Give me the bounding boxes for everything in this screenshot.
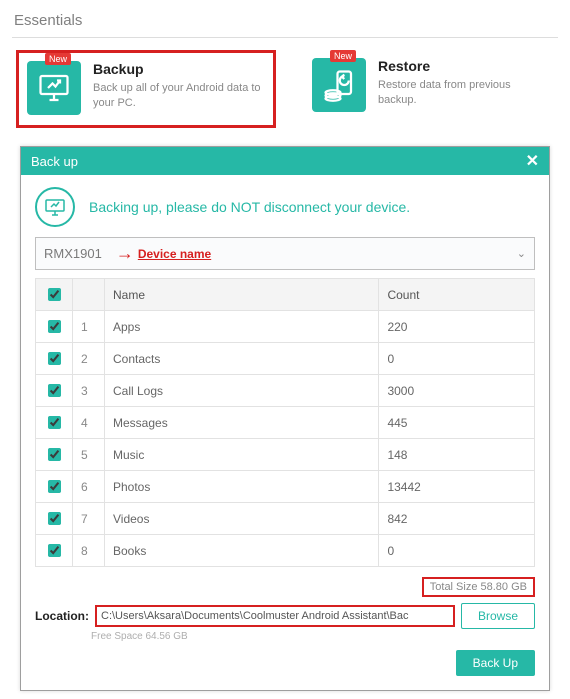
instruction-row: Backing up, please do NOT disconnect you… [35, 187, 535, 227]
row-checkbox[interactable] [48, 544, 61, 557]
row-count: 0 [379, 343, 535, 375]
table-row: 2Contacts0 [36, 343, 535, 375]
backup-button[interactable]: Back Up [456, 650, 535, 676]
row-count: 445 [379, 407, 535, 439]
free-space-label: Free Space 64.56 GB [91, 631, 535, 642]
row-name: Books [105, 535, 379, 567]
row-count: 148 [379, 439, 535, 471]
new-badge: New [45, 53, 71, 65]
close-icon[interactable]: ✕ [526, 151, 539, 171]
restore-desc: Restore data from previous backup. [378, 78, 548, 108]
row-count: 842 [379, 503, 535, 535]
row-count: 13442 [379, 471, 535, 503]
row-checkbox[interactable] [48, 480, 61, 493]
divider [12, 37, 558, 38]
row-checkbox[interactable] [48, 416, 61, 429]
restore-title: Restore [378, 58, 548, 74]
row-checkbox[interactable] [48, 352, 61, 365]
browse-button[interactable]: Browse [461, 603, 535, 629]
header-blank [73, 279, 105, 311]
device-name: RMX1901 [44, 246, 102, 261]
chevron-down-icon[interactable]: ⌄ [517, 247, 526, 260]
backup-dialog: Back up ✕ Backing up, please do NOT disc… [20, 146, 550, 691]
device-dropdown[interactable]: RMX1901 → Device name ⌄ [35, 237, 535, 270]
essentials-tiles: New Backup Back up all of your Android d… [16, 50, 558, 128]
table-row: 5Music148 [36, 439, 535, 471]
row-index: 1 [73, 311, 105, 343]
restore-tile[interactable]: New Restore Restore data from previous b… [304, 50, 558, 128]
row-checkbox[interactable] [48, 448, 61, 461]
row-index: 6 [73, 471, 105, 503]
backup-desc: Back up all of your Android data to your… [93, 81, 263, 111]
location-path-input[interactable]: C:\Users\Aksara\Documents\Coolmuster And… [95, 605, 455, 627]
table-row: 4Messages445 [36, 407, 535, 439]
row-name: Music [105, 439, 379, 471]
new-badge: New [330, 50, 356, 62]
row-index: 3 [73, 375, 105, 407]
arrow-right-icon: → [116, 243, 132, 264]
table-row: 7Videos842 [36, 503, 535, 535]
row-count: 220 [379, 311, 535, 343]
row-index: 4 [73, 407, 105, 439]
row-name: Call Logs [105, 375, 379, 407]
monitor-sync-icon [35, 187, 75, 227]
row-name: Apps [105, 311, 379, 343]
row-name: Contacts [105, 343, 379, 375]
backup-monitor-icon: New [27, 61, 81, 115]
row-name: Photos [105, 471, 379, 503]
row-index: 5 [73, 439, 105, 471]
row-name: Videos [105, 503, 379, 535]
page-title: Essentials [14, 12, 558, 29]
row-name: Messages [105, 407, 379, 439]
row-count: 0 [379, 535, 535, 567]
table-row: 3Call Logs3000 [36, 375, 535, 407]
row-checkbox[interactable] [48, 384, 61, 397]
backup-title: Backup [93, 61, 263, 77]
device-name-annotation: Device name [138, 247, 211, 261]
table-row: 6Photos13442 [36, 471, 535, 503]
select-all-checkbox[interactable] [48, 288, 61, 301]
row-count: 3000 [379, 375, 535, 407]
row-checkbox[interactable] [48, 320, 61, 333]
location-label: Location: [35, 609, 89, 623]
row-index: 7 [73, 503, 105, 535]
dialog-title: Back up [31, 154, 78, 169]
backup-items-table: Name Count 1Apps2202Contacts03Call Logs3… [35, 278, 535, 567]
header-name: Name [105, 279, 379, 311]
row-index: 8 [73, 535, 105, 567]
table-row: 1Apps220 [36, 311, 535, 343]
backup-tile[interactable]: New Backup Back up all of your Android d… [16, 50, 276, 128]
table-row: 8Books0 [36, 535, 535, 567]
row-index: 2 [73, 343, 105, 375]
total-size-label: Total Size 58.80 GB [422, 577, 535, 597]
restore-phone-icon: New [312, 58, 366, 112]
header-count: Count [379, 279, 535, 311]
row-checkbox[interactable] [48, 512, 61, 525]
instruction-text: Backing up, please do NOT disconnect you… [89, 199, 410, 215]
dialog-header: Back up ✕ [21, 147, 549, 175]
